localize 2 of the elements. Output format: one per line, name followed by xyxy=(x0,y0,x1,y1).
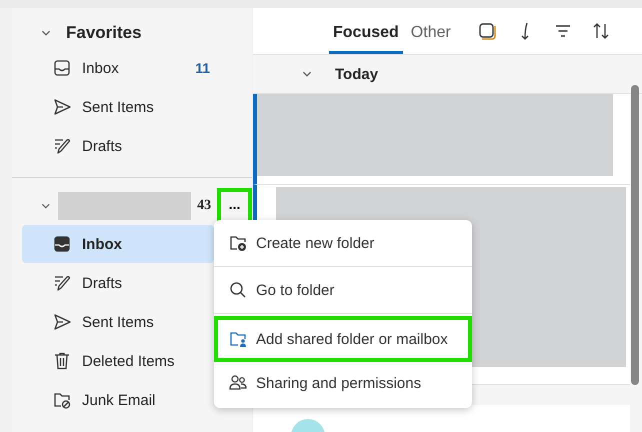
account-name-tail: 43 xyxy=(197,198,212,214)
unread-count: 11 xyxy=(195,60,210,76)
